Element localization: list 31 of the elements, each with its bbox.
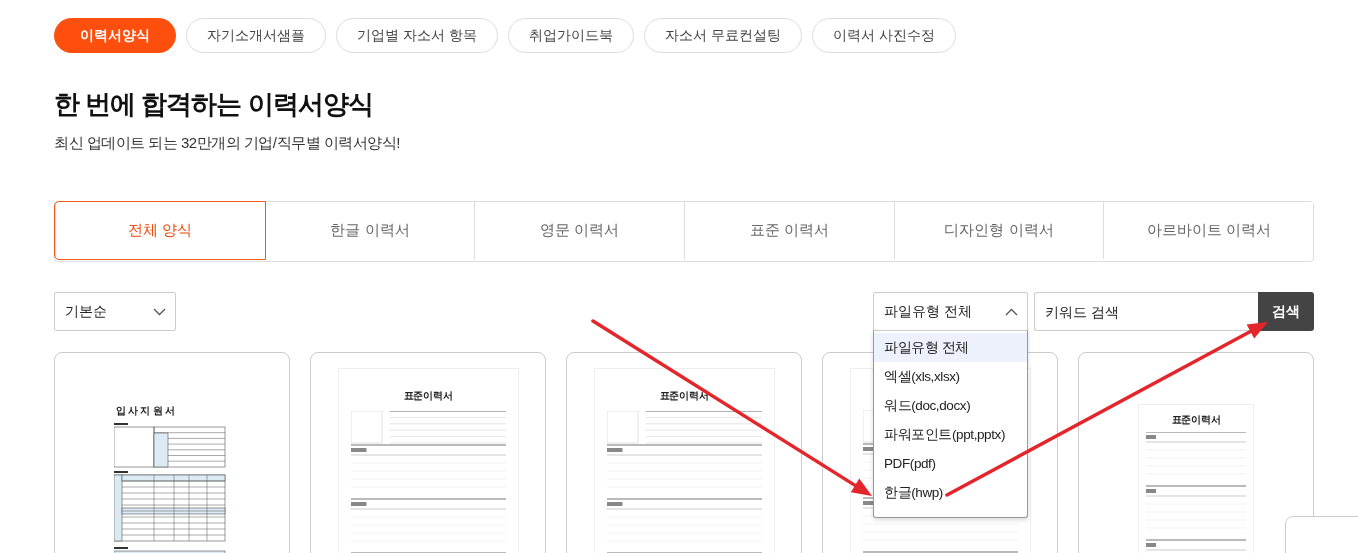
nav-pill[interactable]: 이력서 사진수정 [811,18,956,53]
dropdown-option[interactable]: 워드(doc,docx) [874,391,1027,420]
document-title: 표준이력서 [403,389,453,403]
select-field[interactable]: 파일유형 전체 [873,292,1028,331]
dropdown-option[interactable]: PDF(pdf) [874,449,1027,478]
select-field[interactable]: 기본순 [54,292,176,331]
document-title: 입 사 지 원 서 [116,404,175,418]
category-tab[interactable]: 아르바이트 이력서 [1103,202,1313,259]
template-card[interactable]: 표준이력서 [566,352,802,553]
document-title: 표준이력서 [1171,413,1221,427]
category-tab[interactable]: 전체 양식 [55,202,265,259]
nav-pill[interactable]: 취업가이드북 [507,18,634,53]
dropdown-option[interactable]: 한글(hwp) [874,478,1027,507]
dropdown-option[interactable]: 파워포인트(ppt,pptx) [874,420,1027,449]
dropdown-option[interactable]: 파일유형 전체 [874,333,1027,362]
search-field[interactable]: 키워드 검색 [1034,292,1258,331]
chevron-down-icon [153,307,166,316]
select-value: 파일유형 전체 [884,302,972,321]
select-value: 기본순 [65,302,107,321]
search-button[interactable]: 검색 [1258,292,1314,331]
chevron-up-icon [1005,307,1018,316]
page-heading: 한 번에 합격하는 이력서양식 [54,88,373,121]
document-title: 표준이력서 [659,389,709,403]
template-card[interactable]: 표준이력서 [1078,352,1314,553]
nav-pill[interactable]: 기업별 자소서 항목 [336,18,498,53]
nav-pill[interactable]: 자소서 무료컨설팅 [643,18,802,53]
page-subtitle: 최신 업데이트 되는 32만개의 기업/직무별 이력서양식! [54,134,400,153]
template-card[interactable]: 표준이력서 [310,352,546,553]
nav-pill[interactable]: 자기소개서샘플 [186,18,326,53]
template-card[interactable]: 입 사 지 원 서 [54,352,290,553]
dropdown-option[interactable]: 엑셀(xls,xlsx) [874,362,1027,391]
